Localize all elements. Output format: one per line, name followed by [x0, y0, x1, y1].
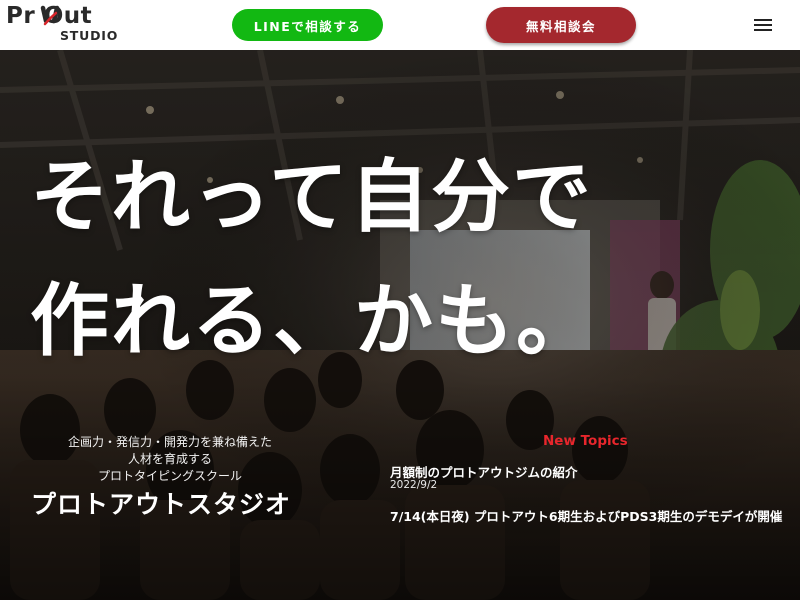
topic-link-2[interactable]: 7/14(本日夜) プロトアウト6期生およびPDS3期生のデモデイが開催 — [390, 506, 782, 525]
logo-mark-icon — [40, 5, 60, 26]
tagline-line3: プロトタイピングスクール — [97, 469, 242, 483]
tagline-line2: 人材を育成する — [127, 452, 212, 466]
tagline-line1: 企画力・発信力・開発力を兼ね備えた — [67, 435, 272, 449]
site-header: Pr Out STUDIO LINEで相談する 無料相談会 — [0, 0, 800, 50]
free-consultation-button[interactable]: 無料相談会 — [486, 7, 636, 43]
new-topics-heading: New Topics — [543, 433, 628, 449]
line-consult-button[interactable]: LINEで相談する — [232, 9, 383, 41]
topic-date-1: 2022/9/2 — [390, 479, 438, 491]
hamburger-menu-icon[interactable] — [752, 16, 774, 34]
hero-headline-line1: それって自分で — [30, 151, 594, 243]
hero-headline-line2: 作れる、かも。 — [30, 275, 597, 367]
brand-title: プロトアウトスタジオ — [31, 490, 292, 519]
protout-studio-logo[interactable]: Pr Out STUDIO — [6, 3, 121, 45]
logo-subtext: STUDIO — [60, 28, 119, 43]
